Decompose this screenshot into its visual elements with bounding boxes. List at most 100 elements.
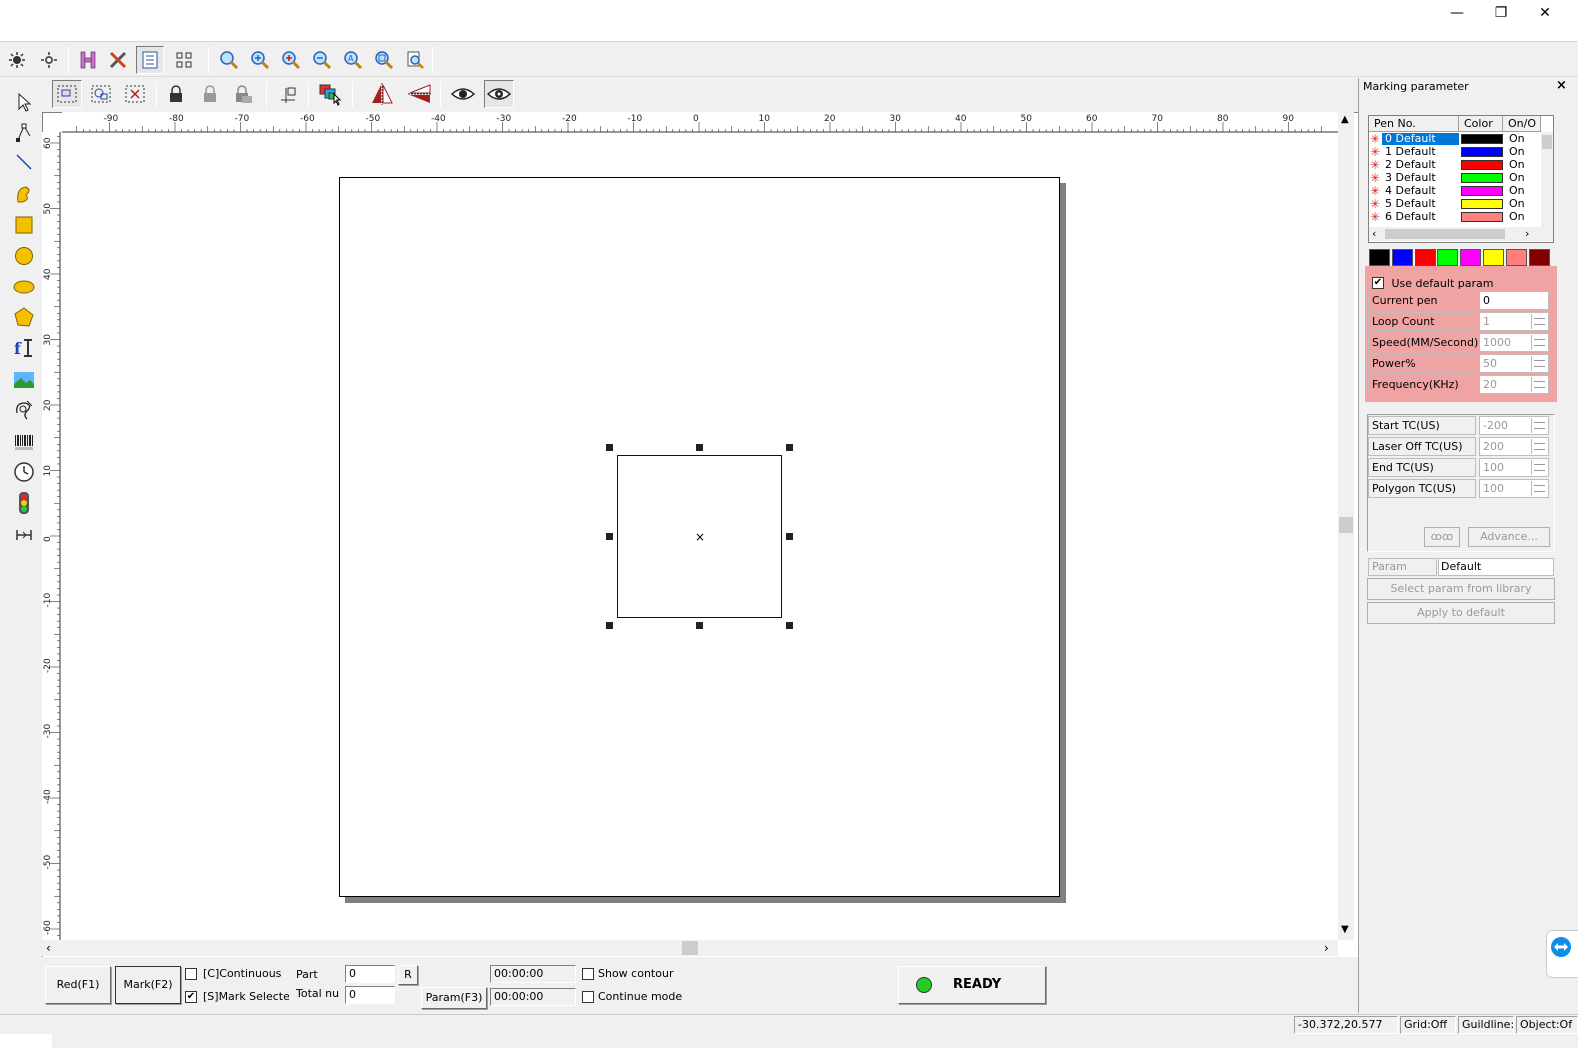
loop-button[interactable]: ꝏꝏ <box>1424 527 1460 547</box>
color-layer-icon[interactable] <box>316 80 344 108</box>
reset-part-button[interactable]: R <box>398 965 418 985</box>
mark-selected-checkbox[interactable]: ✔ <box>185 991 197 1003</box>
maximize-button[interactable]: ❐ <box>1478 0 1524 26</box>
param-input[interactable]: 50 <box>1479 354 1549 373</box>
pen-state[interactable]: On <box>1509 159 1525 171</box>
horizontal-scrollbar[interactable]: ‹ › <box>42 940 1338 956</box>
pen-color-swatch[interactable] <box>1461 199 1503 209</box>
param-button[interactable]: Param(F3) <box>421 987 487 1009</box>
invert-select-icon[interactable] <box>35 46 63 74</box>
zoom-page-icon[interactable] <box>401 46 429 74</box>
palette-swatch[interactable] <box>1528 249 1550 266</box>
mark-button[interactable]: Mark(F2) <box>115 966 181 1004</box>
panel-close-button[interactable]: × <box>1556 78 1567 93</box>
param-input[interactable]: 0 <box>1479 291 1549 310</box>
zoom-in-plus-icon[interactable] <box>277 46 305 74</box>
spin-button[interactable] <box>1531 335 1547 350</box>
layer-list-icon[interactable] <box>136 46 164 74</box>
text-icon[interactable]: f <box>6 334 42 362</box>
vertical-scrollbar[interactable]: ▲ ▼ <box>1338 112 1354 940</box>
pen-table-hscroll[interactable]: ‹ › <box>1369 227 1553 241</box>
scroll-left-icon[interactable]: ‹ <box>46 941 51 955</box>
pointer-icon[interactable] <box>6 88 42 116</box>
barcode-icon[interactable] <box>6 428 42 456</box>
pen-color-swatch[interactable] <box>1461 160 1503 170</box>
circle-icon[interactable] <box>6 242 42 270</box>
part-input[interactable]: 0 <box>345 965 395 983</box>
scroll-thumb[interactable] <box>1385 229 1505 239</box>
zoom-in-icon[interactable] <box>246 46 274 74</box>
selection-handle[interactable] <box>696 622 703 629</box>
pen-state[interactable]: On <box>1509 146 1525 158</box>
apply-to-default-button[interactable]: Apply to default <box>1367 602 1555 624</box>
lock-icon[interactable] <box>162 80 190 108</box>
pen-state[interactable]: On <box>1509 172 1525 184</box>
rectangle-icon[interactable] <box>6 211 42 239</box>
node-align-icon[interactable] <box>172 46 200 74</box>
selection-handle[interactable] <box>606 444 613 451</box>
pen-color-swatch[interactable] <box>1461 186 1503 196</box>
bitmap-icon[interactable] <box>6 366 42 394</box>
scroll-down-icon[interactable]: ▼ <box>1341 924 1349 935</box>
lock-all-icon[interactable] <box>230 80 258 108</box>
scroll-up-icon[interactable]: ▲ <box>1341 114 1349 125</box>
minimize-button[interactable]: — <box>1434 0 1480 26</box>
pen-state[interactable]: On <box>1509 211 1525 223</box>
pen-state[interactable]: On <box>1509 185 1525 197</box>
timer-icon[interactable] <box>6 458 42 486</box>
spin-button[interactable] <box>1531 356 1547 371</box>
selection-handle[interactable] <box>606 622 613 629</box>
scroll-left-icon[interactable]: ‹ <box>1372 227 1376 240</box>
node-edit-icon[interactable] <box>6 119 42 147</box>
scroll-thumb[interactable] <box>1542 135 1552 149</box>
pen-state[interactable]: On <box>1509 133 1525 145</box>
pen-color-swatch[interactable] <box>1461 173 1503 183</box>
selection-handle[interactable] <box>786 622 793 629</box>
advance-button[interactable]: Advance... <box>1468 527 1550 547</box>
curve-icon[interactable] <box>6 180 42 208</box>
onoff-header[interactable]: On/O <box>1503 116 1541 132</box>
pen-table[interactable]: Pen No. Color On/O ‹ › ✳ 0 Default On ✳ 1 De… <box>1368 115 1554 243</box>
selection-handle[interactable] <box>606 533 613 540</box>
scroll-thumb[interactable] <box>682 941 698 955</box>
scroll-thumb[interactable] <box>1339 517 1353 533</box>
palette-swatch[interactable] <box>1460 249 1482 266</box>
zoom-icon[interactable] <box>215 46 243 74</box>
polygon-icon[interactable] <box>6 303 42 331</box>
mirror-vertical-icon[interactable] <box>406 80 434 108</box>
selection-handle[interactable] <box>696 444 703 451</box>
select-param-library-button[interactable]: Select param from library <box>1367 578 1555 600</box>
param-input[interactable]: 20 <box>1479 375 1549 394</box>
scroll-right-icon[interactable]: › <box>1324 941 1329 955</box>
h-text-icon[interactable] <box>74 46 102 74</box>
pen-no-header[interactable]: Pen No. <box>1369 116 1459 132</box>
palette-swatch[interactable] <box>1369 249 1390 266</box>
scroll-right-icon[interactable]: › <box>1525 227 1529 240</box>
total-input[interactable]: 0 <box>345 986 395 1004</box>
preview-eye-icon[interactable] <box>448 80 478 108</box>
red-button[interactable]: Red(F1) <box>45 966 111 1004</box>
unlock-icon[interactable] <box>196 80 224 108</box>
palette-swatch[interactable] <box>1391 249 1413 266</box>
color-header[interactable]: Color <box>1459 116 1503 132</box>
line-icon[interactable] <box>6 148 42 176</box>
palette-swatch[interactable] <box>1414 249 1436 266</box>
zoom-fit-icon[interactable]: A <box>339 46 367 74</box>
param-input[interactable]: 1000 <box>1479 333 1549 352</box>
zoom-window-icon[interactable] <box>370 46 398 74</box>
vector-file-icon[interactable] <box>6 396 42 424</box>
show-contour-checkbox[interactable] <box>582 968 594 980</box>
pen-state[interactable]: On <box>1509 198 1525 210</box>
move-origin-icon[interactable] <box>274 80 302 108</box>
selection-handle[interactable] <box>786 533 793 540</box>
zoom-out-icon[interactable] <box>308 46 336 74</box>
tools-icon[interactable] <box>104 46 132 74</box>
pen-color-swatch[interactable] <box>1461 134 1503 144</box>
continue-mode-checkbox[interactable] <box>582 991 594 1003</box>
input-port-icon[interactable] <box>6 489 42 517</box>
param-name-input[interactable]: Default <box>1438 558 1554 576</box>
use-default-checkbox[interactable]: ✔ Use default param <box>1372 276 1493 290</box>
output-port-icon[interactable] <box>6 521 42 549</box>
ungroup-icon[interactable] <box>86 80 116 108</box>
palette-swatch[interactable] <box>1483 249 1504 266</box>
